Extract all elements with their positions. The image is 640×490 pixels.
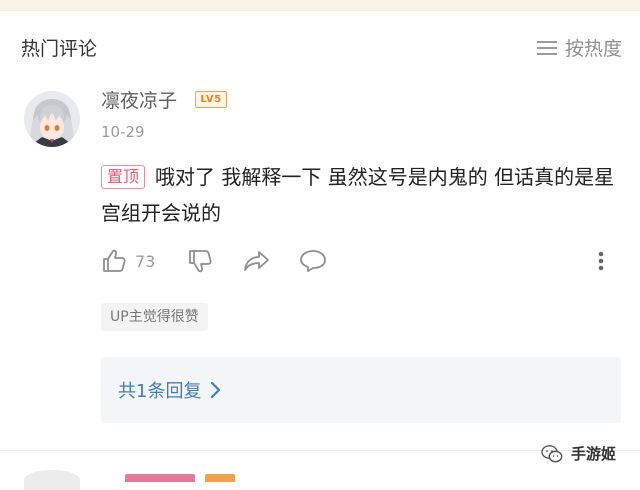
- share-arrow-icon: [244, 251, 269, 271]
- comment-text: 哦对了 我解释一下 虽然这号是内鬼的 但话真的是星宫组开会说的: [101, 165, 615, 225]
- more-options-button[interactable]: [596, 248, 606, 274]
- next-comment-avatar: [24, 470, 80, 490]
- section-title: 热门评论: [21, 38, 98, 60]
- reply-bubble-icon: [300, 250, 326, 272]
- wechat-icon: [541, 444, 563, 462]
- comment-actions: 73: [101, 248, 621, 278]
- watermark: 手游姬: [541, 443, 616, 464]
- replies-box: 共1条回复: [101, 357, 621, 423]
- share-button[interactable]: [242, 248, 270, 274]
- more-vertical-icon: [598, 251, 604, 271]
- replies-link-label: 共1条回复: [118, 381, 202, 402]
- like-button[interactable]: 73: [101, 248, 155, 274]
- view-replies-link[interactable]: 共1条回复: [118, 377, 221, 403]
- up-liked-tag: UP主觉得很赞: [101, 303, 208, 331]
- comment-body: 置顶 哦对了 我解释一下 虽然这号是内鬼的 但话真的是星宫组开会说的: [101, 159, 621, 231]
- chevron-right-icon: [211, 381, 221, 399]
- top-strip: [0, 0, 640, 10]
- sort-lines-icon: [536, 40, 557, 55]
- header-divider: [0, 10, 640, 11]
- thumbs-up-icon: [103, 249, 126, 272]
- sort-button[interactable]: 按热度: [536, 34, 622, 61]
- watermark-text: 手游姬: [570, 445, 616, 463]
- like-count: 73: [135, 251, 156, 271]
- pinned-tag: 置顶: [101, 165, 146, 189]
- username[interactable]: 凛夜凉子: [101, 86, 177, 113]
- anime-avatar-image: [24, 91, 80, 147]
- reply-button[interactable]: [299, 248, 327, 274]
- thumbs-down-icon: [189, 250, 212, 273]
- comment-date: 10-29: [101, 123, 145, 141]
- avatar[interactable]: [24, 91, 80, 147]
- dislike-button[interactable]: [187, 248, 213, 274]
- sort-label: 按热度: [564, 38, 622, 60]
- level-badge: LV5: [195, 91, 227, 108]
